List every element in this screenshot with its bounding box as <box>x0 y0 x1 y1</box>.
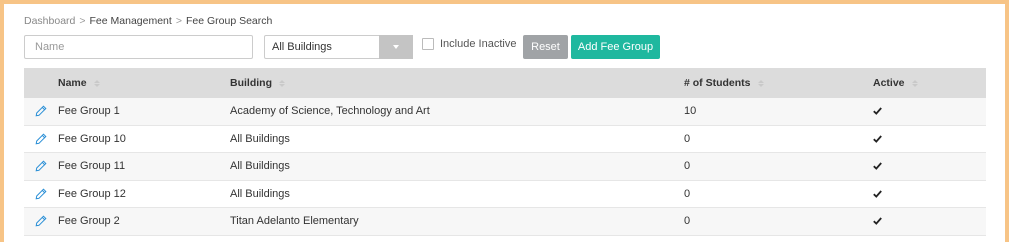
include-inactive-toggle[interactable]: Include Inactive <box>422 38 516 50</box>
fee-group-table: Name Building # of Students Active Fee G… <box>24 68 986 236</box>
chevron-down-icon[interactable] <box>379 35 413 59</box>
filter-toolbar: All Buildings Include Inactive Reset Add… <box>24 35 924 59</box>
table-row[interactable]: Fee Group 11 All Buildings 0 <box>24 153 986 181</box>
column-header-label: # of Students <box>684 77 751 89</box>
breadcrumb-current: Fee Group Search <box>185 15 273 27</box>
cell-students: 0 <box>684 160 691 173</box>
pencil-icon[interactable] <box>24 188 58 200</box>
pencil-icon[interactable] <box>24 160 58 172</box>
cell-students: 0 <box>684 187 691 200</box>
cell-name: Fee Group 1 <box>58 105 120 118</box>
cell-name: Fee Group 10 <box>58 132 126 145</box>
sort-icon[interactable] <box>279 79 285 87</box>
cell-name: Fee Group 2 <box>58 215 120 228</box>
column-header-building[interactable]: Building <box>230 77 684 89</box>
building-select[interactable]: All Buildings <box>264 35 413 59</box>
cell-name: Fee Group 12 <box>58 187 126 200</box>
check-icon <box>873 107 986 116</box>
cell-building: Titan Adelanto Elementary <box>230 215 359 228</box>
breadcrumb-separator: > <box>79 15 86 27</box>
cell-building: All Buildings <box>230 132 290 145</box>
pencil-icon[interactable] <box>24 215 58 227</box>
cell-students: 0 <box>684 132 691 145</box>
check-icon <box>873 135 986 143</box>
sort-icon[interactable] <box>757 79 764 87</box>
sort-icon[interactable] <box>93 79 100 87</box>
breadcrumb-dashboard[interactable]: Dashboard <box>24 15 75 27</box>
reset-button[interactable]: Reset <box>523 35 568 59</box>
table-row[interactable]: Fee Group 1 Academy of Science, Technolo… <box>24 98 986 126</box>
table-header: Name Building # of Students Active <box>24 68 986 98</box>
pencil-icon[interactable] <box>24 105 58 117</box>
add-fee-group-button[interactable]: Add Fee Group <box>571 35 660 59</box>
column-header-label: Name <box>58 77 87 89</box>
building-select-value: All Buildings <box>272 41 332 53</box>
cell-building: All Buildings <box>230 160 290 173</box>
page-frame: Dashboard > Fee Management > Fee Group S… <box>4 4 1005 242</box>
check-icon <box>873 190 986 198</box>
cell-students: 0 <box>684 215 691 228</box>
sort-icon[interactable] <box>911 79 918 87</box>
include-inactive-checkbox[interactable] <box>422 38 434 50</box>
table-row[interactable]: Fee Group 12 All Buildings 0 <box>24 180 986 208</box>
table-row[interactable]: Fee Group 10 All Buildings 0 <box>24 125 986 153</box>
cell-building: Academy of Science, Technology and Art <box>230 105 430 118</box>
column-header-name[interactable]: Name <box>58 77 230 89</box>
check-icon <box>873 162 986 171</box>
cell-students: 10 <box>684 105 697 118</box>
cell-building: All Buildings <box>230 187 290 200</box>
column-header-active[interactable]: Active <box>873 77 986 89</box>
column-header-label: Active <box>873 77 905 89</box>
breadcrumb-fee-management[interactable]: Fee Management <box>90 15 172 27</box>
breadcrumb: Dashboard > Fee Management > Fee Group S… <box>24 15 272 27</box>
column-header-students[interactable]: # of Students <box>684 77 873 89</box>
breadcrumb-separator: > <box>175 15 182 27</box>
table-row[interactable]: Fee Group 2 Titan Adelanto Elementary 0 <box>24 208 986 236</box>
column-header-label: Building <box>230 77 272 89</box>
check-icon <box>873 217 986 226</box>
include-inactive-label: Include Inactive <box>440 38 517 50</box>
name-search-input[interactable] <box>24 35 253 59</box>
pencil-icon[interactable] <box>24 133 58 145</box>
cell-name: Fee Group 11 <box>58 160 126 173</box>
